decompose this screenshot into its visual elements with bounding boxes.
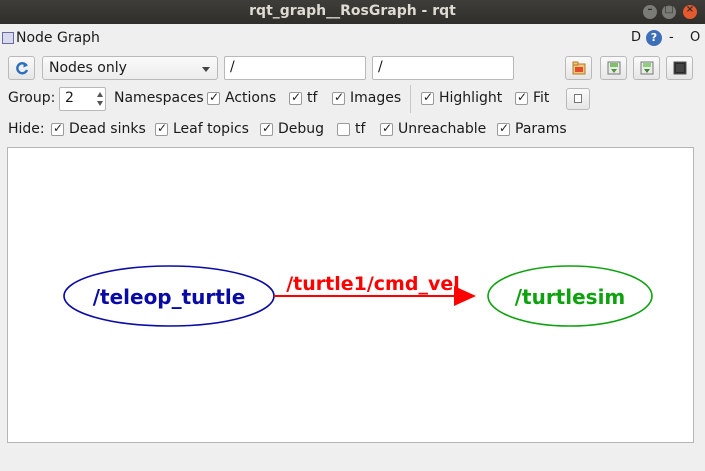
tf-label: tf bbox=[307, 90, 318, 106]
graph-canvas[interactable]: /teleop_turtle /turtle1/cmd_vel /turtles… bbox=[7, 147, 694, 443]
namespaces-label: Namespaces bbox=[114, 90, 204, 106]
tf-checkbox[interactable]: ✓ bbox=[289, 90, 302, 105]
actions-label: Actions bbox=[225, 90, 277, 106]
save-dot-icon bbox=[607, 61, 621, 75]
check-icon: ✓ bbox=[499, 121, 510, 135]
params-checkbox[interactable]: ✓ bbox=[497, 121, 510, 136]
group-value: 2 bbox=[65, 90, 74, 106]
minimize-button[interactable]: – bbox=[643, 4, 657, 19]
check-icon: ✓ bbox=[291, 90, 302, 104]
plugin-header: Node Graph D ? - O bbox=[0, 27, 705, 51]
close-icon: × bbox=[685, 4, 695, 15]
unreachable-checkbox[interactable]: ✓ bbox=[380, 121, 393, 136]
debug-checkbox[interactable]: ✓ bbox=[260, 121, 273, 136]
node-turtlesim-label: /turtlesim bbox=[515, 285, 626, 309]
dock-button[interactable]: D bbox=[631, 30, 641, 45]
save-svg-button[interactable] bbox=[633, 56, 660, 80]
plugin-title: Node Graph bbox=[16, 30, 100, 46]
actions-checkbox[interactable]: ✓ bbox=[207, 90, 220, 105]
group-spinbox[interactable]: 2 bbox=[59, 87, 106, 111]
topic-filter-input[interactable]: / bbox=[372, 56, 514, 80]
group-label: Group: bbox=[8, 90, 56, 106]
dead-sinks-checkbox[interactable]: ✓ bbox=[51, 121, 64, 136]
check-icon: ✓ bbox=[517, 90, 528, 104]
fit-checkbox[interactable]: ✓ bbox=[515, 90, 528, 105]
save-image-button[interactable] bbox=[666, 56, 693, 80]
unreachable-label: Unreachable bbox=[398, 121, 487, 137]
graph-type-select[interactable]: Nodes only bbox=[42, 56, 218, 80]
fit-view-icon bbox=[574, 94, 582, 103]
spin-up-icon[interactable] bbox=[97, 92, 103, 97]
check-icon: ✓ bbox=[157, 121, 168, 135]
load-dot-button[interactable] bbox=[565, 56, 592, 80]
check-icon: ✓ bbox=[382, 121, 393, 135]
hide-tf-checkbox[interactable] bbox=[337, 123, 350, 136]
leaf-topics-checkbox[interactable]: ✓ bbox=[155, 121, 168, 136]
image-icon bbox=[673, 61, 687, 75]
leaf-topics-label: Leaf topics bbox=[173, 121, 249, 137]
save-svg-icon bbox=[640, 61, 654, 75]
hide-label: Hide: bbox=[8, 121, 45, 137]
maximize-button[interactable]: □ bbox=[662, 4, 676, 19]
hide-tf-label: tf bbox=[355, 121, 366, 137]
options-plugin-button[interactable]: O bbox=[690, 30, 700, 45]
highlight-checkbox[interactable]: ✓ bbox=[421, 90, 434, 105]
check-icon: ✓ bbox=[209, 90, 220, 104]
fit-label: Fit bbox=[533, 90, 550, 106]
chevron-down-icon bbox=[202, 67, 210, 72]
graph-type-value: Nodes only bbox=[49, 60, 127, 76]
node-teleop-turtle-label: /teleop_turtle bbox=[93, 285, 246, 309]
images-checkbox[interactable]: ✓ bbox=[332, 90, 345, 105]
minimize-icon: – bbox=[647, 4, 653, 15]
toolbar-separator bbox=[410, 85, 411, 113]
check-icon: ✓ bbox=[334, 90, 345, 104]
dead-sinks-label: Dead sinks bbox=[69, 121, 146, 137]
check-icon: ✓ bbox=[53, 121, 64, 135]
refresh-button[interactable] bbox=[8, 56, 35, 80]
check-icon: ✓ bbox=[262, 121, 273, 135]
save-dot-button[interactable] bbox=[600, 56, 627, 80]
refresh-icon bbox=[16, 62, 29, 75]
params-label: Params bbox=[515, 121, 567, 137]
window-titlebar: rqt_graph__RosGraph - rqt – □ × bbox=[0, 0, 705, 24]
check-icon: ✓ bbox=[423, 90, 434, 104]
highlight-label: Highlight bbox=[439, 90, 503, 106]
close-button[interactable]: × bbox=[683, 4, 697, 19]
maximize-icon: □ bbox=[664, 4, 674, 15]
graph-svg: /teleop_turtle /turtle1/cmd_vel /turtles… bbox=[63, 265, 653, 327]
images-label: Images bbox=[350, 90, 402, 106]
folder-icon bbox=[572, 61, 586, 75]
window-title: rqt_graph__RosGraph - rqt bbox=[249, 3, 456, 19]
edge-cmd-vel-label: /turtle1/cmd_vel bbox=[286, 273, 460, 295]
minimize-plugin-button[interactable]: - bbox=[669, 30, 674, 45]
fit-in-view-button[interactable] bbox=[566, 88, 590, 110]
debug-label: Debug bbox=[278, 121, 325, 137]
graph-plugin-icon bbox=[2, 32, 14, 44]
help-button[interactable]: ? bbox=[646, 30, 662, 46]
namespace-filter-input[interactable]: / bbox=[224, 56, 366, 80]
spin-down-icon[interactable] bbox=[97, 101, 103, 106]
